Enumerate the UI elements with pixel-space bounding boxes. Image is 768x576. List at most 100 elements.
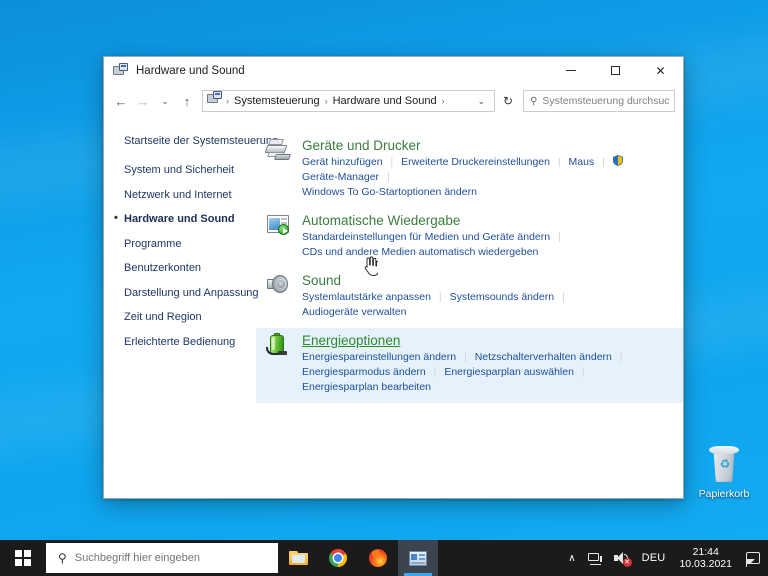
category-title-sound[interactable]: Sound xyxy=(302,272,341,289)
link-separator: | xyxy=(438,291,442,303)
link-netzschalterverhalten-aendern[interactable]: Netzschalterverhalten ändern xyxy=(475,350,612,365)
maximize-icon xyxy=(611,66,620,75)
taskbar-app-control-panel[interactable] xyxy=(398,540,438,576)
recent-locations-button[interactable]: ⌄ xyxy=(154,89,176,113)
control-panel-icon xyxy=(409,550,427,566)
breadcrumb-control-panel-icon xyxy=(207,90,223,112)
link-energiesparmodus-aendern[interactable]: Energiesparmodus ändern xyxy=(302,365,426,380)
breadcrumb-item-systemsteuerung[interactable]: Systemsteuerung xyxy=(230,94,324,108)
minimize-button[interactable] xyxy=(548,57,593,85)
link-separator: | xyxy=(561,291,565,303)
devices-printers-icon xyxy=(264,137,296,200)
control-panel-window[interactable]: Hardware und Sound ✕ ← → ⌄ ↑ › Systemste… xyxy=(103,56,684,499)
start-button[interactable] xyxy=(0,540,46,576)
taskbar-app-file-explorer[interactable] xyxy=(278,540,318,576)
link-energiesparplan-bearbeiten[interactable]: Energiesparplan bearbeiten xyxy=(302,380,431,395)
taskbar-search-box[interactable]: ⚲ xyxy=(46,543,278,573)
link-systemlautstaerke-anpassen[interactable]: Systemlautstärke anpassen xyxy=(302,290,431,305)
address-dropdown-icon[interactable]: ⌄ xyxy=(471,96,491,107)
control-panel-icon xyxy=(113,62,129,79)
link-separator: | xyxy=(390,156,394,168)
sidebar-item-erleichterte-bedienung[interactable]: Erleichterte Bedienung xyxy=(124,336,256,349)
search-input[interactable] xyxy=(542,95,670,107)
link-energiespareinstellungen-aendern[interactable]: Energiespareinstellungen ändern xyxy=(302,350,456,365)
link-cds-automatisch-wiedergeben[interactable]: CDs und andere Medien automatisch wieder… xyxy=(302,245,538,260)
category-links-row: Energiesparmodus ändern | Energiesparpla… xyxy=(302,365,673,395)
window-title: Hardware und Sound xyxy=(136,64,245,77)
sidebar-item-zeit-und-region[interactable]: Zeit und Region xyxy=(124,311,256,324)
link-windows-to-go-startoptionen-aendern[interactable]: Windows To Go-Startoptionen ändern xyxy=(302,185,477,200)
forward-button[interactable]: → xyxy=(132,89,154,113)
sidebar: Startseite der Systemsteuerung System un… xyxy=(104,117,278,498)
category-title-geraete-und-drucker[interactable]: Geräte und Drucker xyxy=(302,137,421,154)
tray-clock[interactable]: 21:44 10.03.2021 xyxy=(671,540,740,576)
sidebar-item-netzwerk-und-internet[interactable]: Netzwerk und Internet xyxy=(124,189,256,202)
breadcrumb-separator: › xyxy=(441,96,445,106)
minimize-icon xyxy=(565,70,576,71)
taskbar-app-google-chrome[interactable] xyxy=(318,540,358,576)
title-bar[interactable]: Hardware und Sound ✕ xyxy=(104,57,683,85)
sidebar-item-hardware-und-sound[interactable]: Hardware und Sound xyxy=(114,212,256,226)
volume-muted-icon: ✕ xyxy=(613,551,632,567)
chrome-icon xyxy=(329,549,347,567)
taskbar-app-mozilla-firefox[interactable] xyxy=(358,540,398,576)
close-button[interactable]: ✕ xyxy=(638,57,683,85)
link-standardeinstellungen-aendern[interactable]: Standardeinstellungen für Medien und Ger… xyxy=(302,230,550,245)
category-geraete-und-drucker[interactable]: Geräte und Drucker Gerät hinzufügen | Er… xyxy=(256,133,683,208)
breadcrumb-item-hardware-und-sound[interactable]: Hardware und Sound xyxy=(329,94,441,108)
firefox-icon xyxy=(369,549,387,567)
tray-date: 10.03.2021 xyxy=(679,558,732,570)
autoplay-icon xyxy=(266,212,296,260)
category-title-energieoptionen[interactable]: Energieoptionen xyxy=(302,332,400,349)
category-links-row: Systemlautstärke anpassen | Systemsounds… xyxy=(302,290,673,320)
address-bar[interactable]: › Systemsteuerung › Hardware und Sound ›… xyxy=(202,90,495,112)
link-maus[interactable]: Maus xyxy=(569,155,595,170)
windows-start-icon xyxy=(15,550,31,566)
tray-time: 21:44 xyxy=(692,546,719,558)
back-button[interactable]: ← xyxy=(110,89,132,113)
sidebar-item-system-und-sicherheit[interactable]: System und Sicherheit xyxy=(124,164,256,177)
power-options-icon xyxy=(266,332,296,395)
sidebar-item-home[interactable]: Startseite der Systemsteuerung xyxy=(124,135,278,148)
link-separator: | xyxy=(619,351,623,363)
link-systemsounds-aendern[interactable]: Systemsounds ändern xyxy=(450,290,554,305)
sidebar-item-programme[interactable]: Programme xyxy=(124,238,256,251)
sidebar-item-darstellung-und-anpassung[interactable]: Darstellung und Anpassung xyxy=(124,287,259,300)
link-separator: | xyxy=(602,156,605,168)
maximize-button[interactable] xyxy=(593,57,638,85)
desktop-icon-recycle-bin[interactable]: ♻ Papierkorb xyxy=(694,444,754,500)
refresh-button[interactable]: ↻ xyxy=(497,90,519,112)
link-geraet-hinzufuegen[interactable]: Gerät hinzufügen xyxy=(302,155,383,170)
link-separator: | xyxy=(464,351,467,363)
search-box[interactable]: ⚲ xyxy=(523,90,675,112)
recycle-bin-icon: ♻ xyxy=(704,444,744,486)
desktop[interactable]: ♻ Papierkorb Hardware und Sound ✕ ← → ⌄ … xyxy=(0,0,768,540)
taskbar-search-input[interactable] xyxy=(74,552,270,564)
sidebar-item-benutzerkonten[interactable]: Benutzerkonten xyxy=(124,262,256,275)
tray-network-button[interactable] xyxy=(582,540,608,576)
category-title-automatische-wiedergabe[interactable]: Automatische Wiedergabe xyxy=(302,212,460,229)
system-tray: ∧ ✕ DEU 21:44 10.03.2021 xyxy=(562,540,768,576)
tray-overflow-button[interactable]: ∧ xyxy=(562,540,581,576)
link-separator: | xyxy=(581,366,585,378)
file-explorer-icon xyxy=(288,550,308,566)
navigation-bar[interactable]: ← → ⌄ ↑ › Systemsteuerung › Hardware und… xyxy=(104,85,683,117)
tray-action-center-button[interactable] xyxy=(740,540,766,576)
taskbar[interactable]: ⚲ ∧ ✕ DEU 21:44 10.03.2021 xyxy=(0,540,768,576)
category-links-row: CDs und andere Medien automatisch wieder… xyxy=(302,245,673,260)
category-links-row: Gerät hinzufügen | Erweiterte Druckerein… xyxy=(302,155,673,185)
window-body: Startseite der Systemsteuerung System un… xyxy=(104,117,683,498)
tray-language-indicator[interactable]: DEU xyxy=(636,540,672,576)
tray-volume-button[interactable]: ✕ xyxy=(608,540,636,576)
link-energiesparplan-auswaehlen[interactable]: Energiesparplan auswählen xyxy=(444,365,574,380)
action-center-icon xyxy=(745,552,760,567)
link-geraete-manager[interactable]: Geräte-Manager xyxy=(302,170,379,185)
category-links-row: Energiespareinstellungen ändern | Netzsc… xyxy=(302,350,673,365)
up-button[interactable]: ↑ xyxy=(176,89,198,113)
category-sound[interactable]: Sound Systemlautstärke anpassen | System… xyxy=(256,268,683,328)
link-audiogeraete-verwalten[interactable]: Audiogeräte verwalten xyxy=(302,305,406,320)
category-energieoptionen[interactable]: Energieoptionen Energiespareinstellungen… xyxy=(256,328,683,403)
link-erweiterte-druckereinstellungen[interactable]: Erweiterte Druckereinstellungen xyxy=(401,155,550,170)
uac-shield-icon xyxy=(612,155,623,166)
category-automatische-wiedergabe[interactable]: Automatische Wiedergabe Standardeinstell… xyxy=(256,208,683,268)
